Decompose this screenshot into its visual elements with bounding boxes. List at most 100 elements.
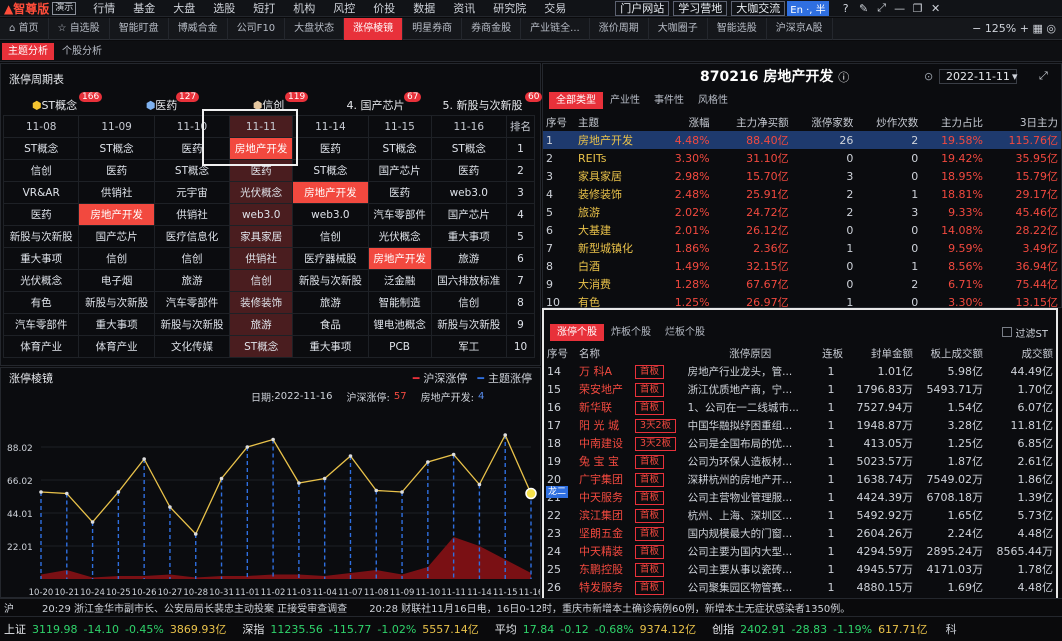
menu-item[interactable]: 基金 [124, 0, 164, 16]
data-point[interactable] [116, 490, 121, 494]
menu-item[interactable]: 数据 [404, 0, 444, 16]
data-point[interactable] [245, 445, 250, 449]
menu-item[interactable]: 交易 [535, 0, 575, 16]
theme-cell[interactable]: 国六排放标准 [430, 269, 508, 292]
data-point[interactable] [90, 520, 95, 524]
data-point[interactable] [426, 460, 430, 464]
minimize-icon[interactable]: — [891, 2, 909, 15]
theme-cell[interactable]: ST概念 [367, 137, 432, 160]
limit-prism-chart[interactable]: 88.02 66.02 44.01 22.01 10-20 10-21 10-24 10-25… [1, 404, 540, 597]
theme-cell[interactable]: 旅游 [292, 291, 369, 314]
theme-column-header[interactable]: 主力占比 [921, 114, 986, 131]
stock-row[interactable]: 17 阳 光 城 3天2板 中国华融拟纾困重组... 1 1948.87万 3.28亿 11.… [544, 416, 1056, 434]
data-point[interactable] [168, 505, 172, 509]
theme-row[interactable]: 7 新型城镇化 1.86% 2.36亿 1 0 9.59% 3.49亿 [543, 239, 1061, 257]
learning-button[interactable]: 学习营地 [673, 0, 728, 16]
data-point[interactable] [193, 532, 198, 536]
news-item[interactable]: 20:28 财联社11月16日电，16日0-12时，重庆市新增本土确诊病例60例… [369, 600, 850, 615]
close-icon[interactable]: ✕ [927, 2, 945, 15]
info-icon[interactable]: ⓘ [838, 71, 849, 84]
theme-row[interactable]: 9 大消费 1.28% 67.67亿 0 2 6.71% 75.44亿 [543, 275, 1061, 293]
theme-row[interactable]: 3 家具家居 2.98% 15.70亿 3 0 18.95% 15.79亿 [543, 167, 1061, 185]
category-st[interactable]: ⬢ST概念 166 [1, 92, 108, 113]
theme-cell[interactable]: 重大事项 [78, 313, 155, 336]
theme-cell[interactable]: ST概念 [430, 137, 508, 160]
tab-stock-analysis[interactable]: 个股分析 [56, 43, 108, 60]
menu-item[interactable]: 大盘 [164, 0, 204, 16]
theme-cell[interactable]: 重大事项 [292, 335, 369, 358]
tab-limit-stocks[interactable]: 涨停个股 [550, 323, 604, 341]
data-point[interactable] [64, 491, 69, 496]
tab-broken-stocks[interactable]: 炸板个股 [604, 324, 658, 341]
stock-row[interactable]: 16 新华联 首板 1、公司在一二线城市... 1 7527.94万 1.54亿 6.07亿 [544, 398, 1056, 416]
theme-cell[interactable]: 光伏概念 [367, 225, 432, 248]
theme-cell[interactable]: 房地产开发 [367, 247, 432, 270]
theme-cell[interactable]: 信创 [2, 159, 80, 182]
theme-row[interactable]: 8 白酒 1.49% 32.15亿 0 1 8.56% 36.94亿 [543, 257, 1061, 275]
theme-cell[interactable]: 汽车零部件 [367, 203, 432, 226]
theme-cell[interactable]: 装修装饰 [229, 291, 294, 314]
type-industry[interactable]: 产业性 [603, 92, 647, 109]
data-point[interactable] [219, 476, 224, 481]
theme-cell[interactable]: 新股与次新股 [78, 291, 155, 314]
theme-cell[interactable]: web3.0 [292, 203, 369, 226]
stock-column-header[interactable]: 连板 [816, 345, 846, 362]
stock-column-header[interactable]: 板上成交额 [916, 345, 986, 362]
theme-cell[interactable]: web3.0 [229, 203, 294, 226]
theme-cell[interactable]: 医药 [78, 159, 155, 182]
date-dropdown-icon[interactable]: ▾ [1012, 70, 1018, 83]
theme-cell[interactable]: VR&AR [2, 181, 80, 204]
theme-cell[interactable]: 元宇宙 [153, 181, 231, 204]
tab-industry-chain[interactable]: 产业链全... [521, 17, 590, 40]
menu-item[interactable]: 价投 [364, 0, 404, 16]
stock-column-header[interactable] [632, 345, 685, 362]
theme-column-header[interactable]: 3日主力 [986, 114, 1061, 131]
stock-row[interactable]: 22 滨江集团 首板 杭州、上海、深圳区... 1 5492.92万 1.65亿 5.73亿 [544, 506, 1056, 524]
data-point[interactable] [322, 476, 327, 481]
tab-price-cycle[interactable]: 涨价周期 [590, 17, 649, 40]
data-point[interactable] [39, 490, 43, 494]
theme-cell[interactable]: 房地产开发 [292, 181, 369, 204]
theme-cell[interactable]: 房地产开发 [78, 203, 155, 226]
tab-weak-stocks[interactable]: 烂板个股 [658, 324, 712, 341]
stock-row[interactable]: 14 万 科A 首板 房地产行业龙头，管... 1 1.01亿 5.98亿 44.49亿 [544, 362, 1056, 380]
theme-cell[interactable]: 信创 [430, 291, 508, 314]
type-event[interactable]: 事件性 [647, 92, 691, 109]
date-column-header[interactable]: 排名 [506, 115, 535, 138]
pin-icon[interactable]: ✎ [855, 2, 873, 15]
theme-cell[interactable]: 文化传媒 [153, 335, 231, 358]
menu-item[interactable]: 资讯 [444, 0, 484, 16]
theme-cell[interactable]: ST概念 [78, 137, 155, 160]
date-column-header[interactable]: 11-08 [2, 115, 80, 138]
stock-row[interactable]: 26 特发服务 首板 公司聚集园区物管赛... 1 4880.15万 1.69亿 4.48亿 [544, 578, 1056, 596]
theme-column-header[interactable]: 涨幅 [657, 114, 712, 131]
index-group[interactable]: 平均 17.84 -0.12 -0.68% 9374.12亿 [495, 621, 696, 637]
tab-broker-gold[interactable]: 券商金股 [462, 17, 522, 40]
theme-cell[interactable]: 医药 [430, 159, 508, 182]
tab-star-broker[interactable]: 明星券商 [403, 17, 463, 40]
tab-watchlist[interactable]: ☆ 自选股 [49, 17, 110, 40]
theme-cell[interactable]: 汽车零部件 [2, 313, 80, 336]
theme-cell[interactable]: 汽车零部件 [153, 291, 231, 314]
theme-cell[interactable]: 光伏概念 [2, 269, 80, 292]
data-point[interactable] [297, 481, 301, 485]
theme-cell[interactable]: 新股与次新股 [292, 269, 369, 292]
menu-item[interactable]: 选股 [204, 0, 244, 16]
theme-cell[interactable]: 医药 [367, 181, 432, 204]
tab-bowei[interactable]: 博威合金 [169, 17, 228, 40]
theme-cell[interactable]: 电子烟 [78, 269, 155, 292]
portal-button[interactable]: 门户网站 [615, 0, 670, 16]
hint-icon[interactable]: ◎ [1046, 22, 1056, 35]
menu-item[interactable]: 行情 [84, 0, 124, 16]
menu-item[interactable]: 短打 [244, 0, 284, 16]
tab-expert-circle[interactable]: 大咖圈子 [649, 17, 708, 40]
theme-cell[interactable]: 信创 [78, 247, 155, 270]
theme-column-header[interactable]: 炒作次数 [856, 114, 921, 131]
data-point[interactable] [503, 433, 508, 437]
theme-cell[interactable]: web3.0 [430, 181, 508, 204]
grid-icon[interactable]: ▦ [1032, 22, 1042, 35]
index-group[interactable]: 上证 3119.98 -14.10 -0.45% 3869.93亿 [4, 621, 226, 637]
theme-cell[interactable]: 军工 [430, 335, 508, 358]
data-point[interactable] [451, 452, 456, 457]
theme-cell[interactable]: ST概念 [292, 159, 369, 182]
